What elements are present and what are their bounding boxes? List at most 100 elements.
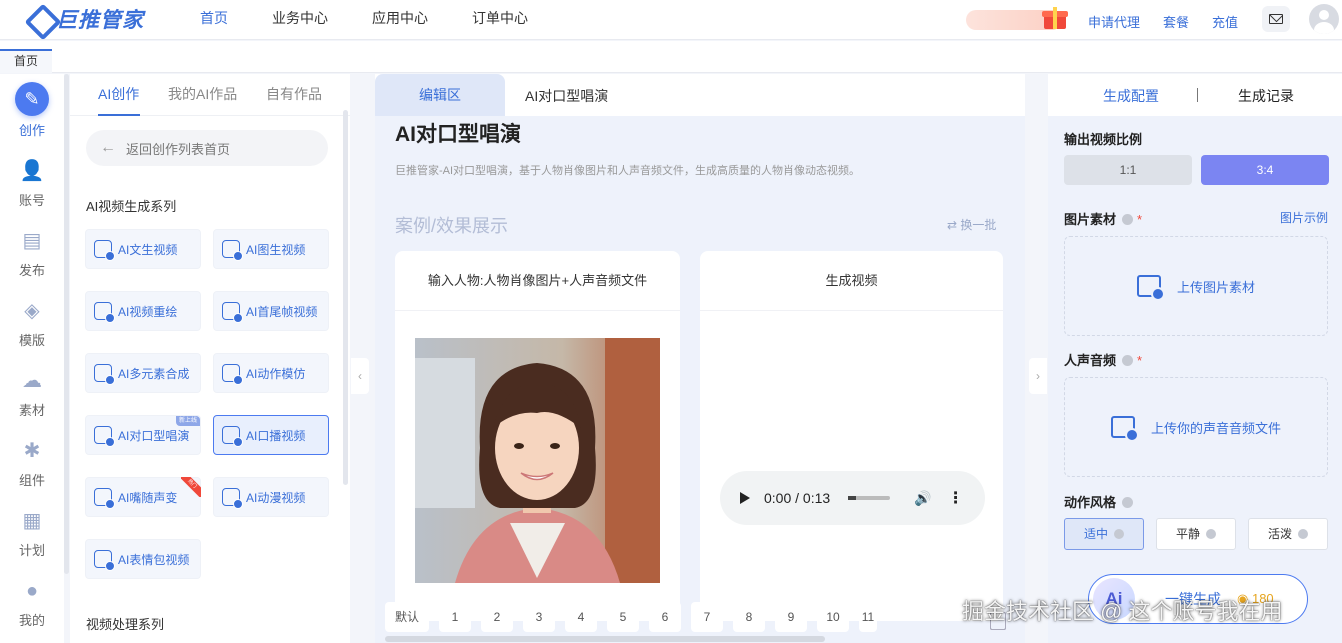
multi-element-icon — [94, 364, 115, 385]
brand-logo[interactable]: 巨推管家 — [28, 6, 144, 32]
refresh-button[interactable]: ⇄ 换一批 — [947, 216, 996, 233]
person-icon: ● — [25, 580, 39, 602]
collapse-left-button[interactable]: ‹ — [351, 358, 369, 394]
collapse-right-button[interactable]: › — [1029, 358, 1047, 394]
audio-progress[interactable] — [848, 496, 891, 500]
rail-item-account[interactable]: 👤 账号 — [0, 156, 64, 209]
feature-video-redraw[interactable]: AI视频重绘 — [85, 291, 201, 331]
panel-scrollbar[interactable] — [343, 110, 348, 485]
help-icon — [1206, 529, 1216, 539]
tab-home[interactable]: 首页 — [0, 49, 52, 73]
feature-anime-video[interactable]: AI动漫视频 — [213, 477, 329, 517]
required-mark: * — [1137, 212, 1143, 227]
page-6[interactable]: 6 — [649, 602, 681, 632]
feature-first-last-frame[interactable]: AI首尾帧视频 — [213, 291, 329, 331]
rail-item-materials[interactable]: ☁ 素材 — [0, 366, 64, 419]
apply-agent-link[interactable]: 申请代理 — [1088, 12, 1140, 31]
upload-audio-label: 上传你的声音音频文件 — [1150, 420, 1281, 436]
rail-item-create[interactable]: ✎ 创作 — [0, 82, 64, 139]
page-11[interactable]: 11 — [859, 602, 877, 632]
anime-icon — [222, 488, 243, 509]
page-9[interactable]: 9 — [775, 602, 807, 632]
lip-sync-icon — [94, 426, 115, 447]
feature-text-to-video[interactable]: AI文生视频 — [85, 229, 201, 269]
ratio-1-1-button[interactable]: 1:1 — [1064, 155, 1192, 185]
tab-generate-config[interactable]: 生成配置 — [1103, 86, 1159, 106]
page-description: 巨推管家-AI对口型唱演，基于人物肖像图片和人声音频文件，生成高质量的人物肖像动… — [395, 165, 861, 177]
upload-image-box[interactable]: 上传图片素材 — [1064, 236, 1328, 336]
page-10[interactable]: 10 — [817, 602, 849, 632]
rail-label: 计划 — [18, 543, 45, 558]
showcase-title: 案例/效果展示 — [395, 216, 509, 236]
volume-icon[interactable]: 🔊 — [914, 490, 931, 507]
rail-scrollbar[interactable] — [64, 74, 69, 574]
tab-generate-records[interactable]: 生成记录 — [1238, 86, 1294, 106]
help-icon[interactable] — [1122, 497, 1134, 508]
avatar[interactable] — [1309, 4, 1339, 34]
plan-link[interactable]: 套餐 — [1163, 12, 1189, 31]
feature-label: AI首尾帧视频 — [246, 304, 318, 319]
audio-player[interactable]: 0:00 / 0:13 🔊 ⋮ — [720, 471, 985, 525]
pager-scrollbar[interactable] — [385, 636, 825, 642]
upload-audio-box[interactable]: 上传你的声音音频文件 — [1064, 377, 1328, 477]
page-5[interactable]: 5 — [607, 602, 639, 632]
style-calm-button[interactable]: 平静 — [1156, 518, 1236, 550]
tab-ai-create[interactable]: AI创作 — [98, 84, 139, 104]
back-to-list-button[interactable]: ← 返回创作列表首页 — [86, 130, 328, 166]
feature-lip-sync[interactable]: AI对口型唱演 新上线 — [85, 415, 201, 455]
image-example-link[interactable]: 图片示例 — [1280, 209, 1328, 226]
feature-multi-element[interactable]: AI多元素合成 — [85, 353, 201, 393]
hot-badge-label: 热门 — [181, 477, 201, 497]
feature-talking-video[interactable]: AI口播视频 — [213, 415, 329, 455]
tab-edit-area[interactable]: 编辑区 — [375, 74, 505, 116]
play-icon[interactable] — [740, 492, 750, 504]
help-icon[interactable] — [1122, 355, 1134, 366]
feature-label: AI文生视频 — [118, 242, 178, 257]
nav-apps[interactable]: 应用中心 — [372, 0, 428, 40]
feature-label: AI表情包视频 — [118, 552, 190, 567]
rail-item-mine[interactable]: ● 我的 — [0, 576, 64, 629]
rail-item-components[interactable]: ✱ 组件 — [0, 436, 64, 489]
help-icon[interactable] — [1122, 214, 1134, 225]
page-8[interactable]: 8 — [733, 602, 765, 632]
page-2[interactable]: 2 — [481, 602, 513, 632]
tab-my-ai-works[interactable]: 我的AI作品 — [168, 84, 237, 104]
page-default[interactable]: 默认 — [385, 602, 429, 632]
image-label-text: 图片素材 — [1064, 212, 1117, 227]
recharge-link[interactable]: 充值 — [1212, 12, 1238, 31]
feature-motion-imitation[interactable]: AI动作模仿 — [213, 353, 329, 393]
page-1[interactable]: 1 — [439, 602, 471, 632]
section-title-process: 视频处理系列 — [86, 617, 165, 632]
feature-label: AI对口型唱演 — [118, 428, 190, 443]
tab-lip-sync[interactable]: AI对口型唱演 — [525, 86, 608, 106]
tab-own-works[interactable]: 自有作品 — [266, 84, 322, 104]
feature-image-to-video[interactable]: AI图生视频 — [213, 229, 329, 269]
cloud-upload-icon: ☁ — [22, 370, 42, 392]
mic-video-icon — [222, 426, 243, 447]
page-7[interactable]: 7 — [691, 602, 723, 632]
mail-button[interactable] — [1262, 6, 1290, 32]
feature-mouth-follow-voice[interactable]: AI嘴随声变 热门 — [85, 477, 201, 517]
rail-item-templates[interactable]: ◈ 模版 — [0, 296, 64, 349]
nav-home[interactable]: 首页 — [200, 0, 228, 40]
feature-emoji-video[interactable]: AI表情包视频 — [85, 539, 201, 579]
style-moderate-button[interactable]: 适中 — [1064, 518, 1144, 550]
config-panel: 生成配置 生成记录 输出视频比例 1:1 3:4 图片素材 * 图片示例 上传图片… — [1048, 74, 1342, 643]
page-4[interactable]: 4 — [565, 602, 597, 632]
rail-label: 账号 — [18, 193, 45, 208]
image-upload-icon — [1136, 275, 1165, 301]
rail-item-plan[interactable]: ▦ 计划 — [0, 506, 64, 559]
rail-label: 模版 — [18, 333, 45, 348]
style-lively-button[interactable]: 活泼 — [1248, 518, 1328, 550]
nav-orders[interactable]: 订单中心 — [472, 0, 528, 40]
gift-icon[interactable] — [1042, 4, 1068, 30]
ratio-3-4-button[interactable]: 3:4 — [1201, 155, 1329, 185]
style-label-text: 动作风格 — [1064, 495, 1117, 510]
nav-business[interactable]: 业务中心 — [272, 0, 328, 40]
output-card-title: 生成视频 — [700, 251, 1003, 311]
page-3[interactable]: 3 — [523, 602, 555, 632]
mail-icon — [1269, 14, 1283, 24]
frame-icon — [222, 302, 243, 323]
rail-item-publish[interactable]: ▤ 发布 — [0, 226, 64, 279]
more-options-icon[interactable]: ⋮ — [948, 488, 964, 508]
